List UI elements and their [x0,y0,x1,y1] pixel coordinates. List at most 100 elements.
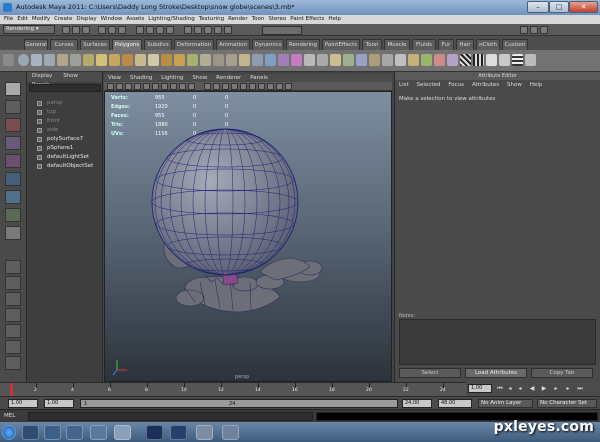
outliner-filter-field[interactable] [29,84,101,92]
xray-joints-icon[interactable] [267,83,274,90]
save-scene-icon[interactable] [82,26,90,34]
snow-globe-model[interactable] [105,92,392,382]
minimize-button[interactable]: – [527,1,549,13]
rotate-tool-icon[interactable] [5,154,21,168]
render-view-icon[interactable] [194,26,202,34]
lasso-tool-icon[interactable] [5,100,21,114]
unfold-uv-icon[interactable] [512,54,523,66]
start-button-icon[interactable] [2,425,16,440]
menu-display[interactable]: Display [76,15,96,24]
poly-plane-icon[interactable] [70,54,81,66]
layout-persp-outliner-icon[interactable] [5,292,21,306]
uv-editor-icon[interactable] [473,54,484,66]
cut-uv-icon[interactable] [486,54,497,66]
shelf-tab-muscle[interactable]: Muscle [384,39,410,50]
outliner-item-side[interactable]: side [37,127,58,133]
attribute-editor-toggle-icon[interactable] [530,26,538,34]
shelf-tab-surfaces[interactable]: Surfaces [80,39,110,50]
select-hierarchy-icon[interactable] [98,26,106,34]
smooth-icon[interactable] [200,54,211,66]
menu-help[interactable]: Help [328,15,341,24]
universal-manipulator-icon[interactable] [5,190,21,204]
shelf-tab-general[interactable]: General [24,39,48,50]
grid-toggle-icon[interactable] [143,83,150,90]
viewport-menu-renderer[interactable]: Renderer [216,75,241,81]
play-backwards-icon[interactable]: ◀ [528,385,536,393]
paint-select-tool-icon[interactable] [5,118,21,132]
ae-menu-help[interactable]: Help [530,82,543,88]
ae-menu-focus[interactable]: Focus [448,82,464,88]
time-slider[interactable]: 2 4 6 8 10 12 14 16 18 20 22 24 [0,382,466,396]
shelf-tab-ncloth[interactable]: nCloth [476,39,500,50]
high-quality-icon[interactable] [285,83,292,90]
merge-icon[interactable] [317,54,328,66]
isolate-select-icon[interactable] [276,83,283,90]
outliner-item-polysurface7[interactable]: polySurface7 [37,136,83,142]
resolution-gate-icon[interactable] [161,83,168,90]
poly-prism-icon[interactable] [96,54,107,66]
offset-edge-loop-icon[interactable] [278,54,289,66]
layout-single-icon[interactable] [5,260,21,274]
move-tool-icon[interactable] [5,136,21,150]
shadows-icon[interactable] [249,83,256,90]
ae-menu-list[interactable]: List [399,82,409,88]
layout-hypershade-icon[interactable] [5,324,21,338]
shelf-tab-painteffects[interactable]: PaintEffects [322,39,360,50]
menu-window[interactable]: Window [101,15,123,24]
viewport-menu-shading[interactable]: Shading [130,75,152,81]
viewport-menu-show[interactable]: Show [192,75,207,81]
character-set-dropdown[interactable]: No Character Set [537,399,597,408]
taskbar-explorer-icon[interactable] [22,425,39,440]
close-button[interactable]: ✕ [569,1,598,13]
film-gate-icon[interactable] [152,83,159,90]
wireframe-icon[interactable] [204,83,211,90]
shelf-tab-toon[interactable]: Toon [362,39,382,50]
wireframe-on-shaded-icon[interactable] [222,83,229,90]
copy-tab-button[interactable]: Copy Tab [531,368,593,378]
snap-curve-icon[interactable] [146,26,154,34]
quadrangulate-icon[interactable] [395,54,406,66]
shelf-tab-rendering[interactable]: Rendering [286,39,320,50]
smooth-shade-icon[interactable] [213,83,220,90]
taskbar-photoshop-2-icon[interactable] [170,425,187,440]
poly-pyramid-icon[interactable] [109,54,120,66]
open-scene-icon[interactable] [72,26,80,34]
step-back-key-icon[interactable]: ◂ [516,385,524,393]
separate-icon[interactable] [174,54,185,66]
ae-menu-attributes[interactable]: Attributes [472,82,499,88]
shelf-tab-deformation[interactable]: Deformation [174,39,214,50]
outliner-item-persp[interactable]: persp [37,100,63,106]
layout-four-icon[interactable] [5,276,21,290]
poly-sphere-icon[interactable] [18,54,29,66]
shelf-tab-polygons[interactable]: Polygons [112,39,142,50]
outliner-item-top[interactable]: top [37,109,56,115]
ipr-render-icon[interactable] [214,26,222,34]
perspective-viewport[interactable]: Verts: 955 0 0 Edges: 1920 0 0 Faces: 95… [104,91,392,382]
menu-lighting-shading[interactable]: Lighting/Shading [148,15,194,24]
menu-assets[interactable]: Assets [126,15,144,24]
split-polygon-icon[interactable] [252,54,263,66]
load-attributes-button[interactable]: Load Attributes [465,368,527,378]
insert-edge-loop-icon[interactable] [265,54,276,66]
layout-uv-icon[interactable] [525,54,536,66]
field-chart-icon[interactable] [179,83,186,90]
ae-menu-selected[interactable]: Selected [417,82,441,88]
image-plane-icon[interactable] [134,83,141,90]
shelf-tab-hair[interactable]: Hair [456,39,474,50]
append-polygon-icon[interactable] [239,54,250,66]
poly-cube-icon[interactable] [31,54,42,66]
planar-mapping-icon[interactable] [408,54,419,66]
reduce-icon[interactable] [356,54,367,66]
anim-layer-dropdown[interactable]: No Anim Layer [478,399,533,408]
taskbar-app-3-icon[interactable] [222,425,239,440]
shelf-tab-curves[interactable]: Curves [50,39,78,50]
taskbar-app-2-icon[interactable] [196,425,213,440]
command-language-label[interactable]: MEL [4,413,15,419]
poly-soccer-icon[interactable] [148,54,159,66]
use-all-lights-icon[interactable] [240,83,247,90]
menu-file[interactable]: File [4,15,13,24]
select-tool-icon[interactable] [5,82,21,96]
playback-end-field[interactable]: 24.00 [402,399,432,408]
cylindrical-mapping-icon[interactable] [421,54,432,66]
bookmark-icon[interactable] [125,83,132,90]
